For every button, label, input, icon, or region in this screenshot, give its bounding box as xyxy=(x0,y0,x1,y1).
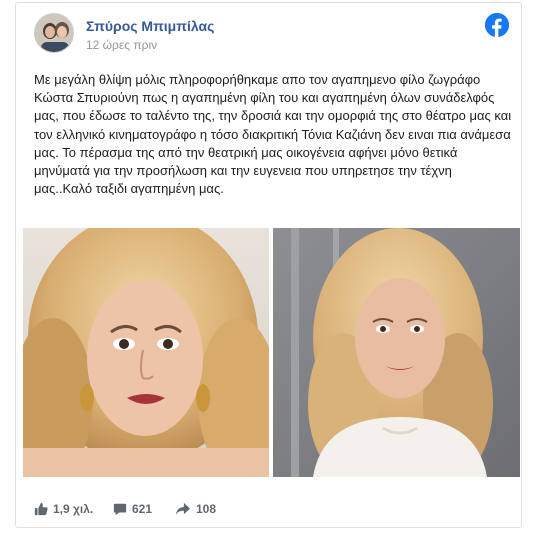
comment-stat[interactable]: 621 xyxy=(113,499,152,519)
share-count: 108 xyxy=(196,502,217,516)
post-timestamp[interactable]: 12 ώρες πριν xyxy=(86,38,157,52)
author-name[interactable]: Σπύρος Μπιμπίλας xyxy=(86,18,214,34)
like-stat[interactable]: 1,9 χιλ. xyxy=(34,499,93,519)
comment-count: 621 xyxy=(132,502,153,516)
share-arrow-icon xyxy=(175,502,191,516)
post-photo-left[interactable] xyxy=(23,228,269,477)
facebook-post-card: Σπύρος Μπιμπίλας 12 ώρες πριν Με μεγάλη … xyxy=(15,2,522,528)
comment-icon xyxy=(113,502,127,516)
post-text: Με μεγάλη θλίψη μόλις πληροφορήθηκαμε απ… xyxy=(34,72,512,197)
post-footer: 1,9 χιλ. 621 108 xyxy=(34,499,509,519)
author-avatar[interactable] xyxy=(34,13,74,53)
post-photos xyxy=(23,228,520,477)
share-stat[interactable]: 108 xyxy=(175,499,216,519)
like-count: 1,9 χιλ. xyxy=(53,502,94,516)
facebook-icon[interactable] xyxy=(485,13,509,37)
thumbs-up-icon xyxy=(34,502,48,516)
post-header: Σπύρος Μπιμπίλας 12 ώρες πριν xyxy=(34,13,509,55)
post-photo-right[interactable] xyxy=(273,228,520,477)
